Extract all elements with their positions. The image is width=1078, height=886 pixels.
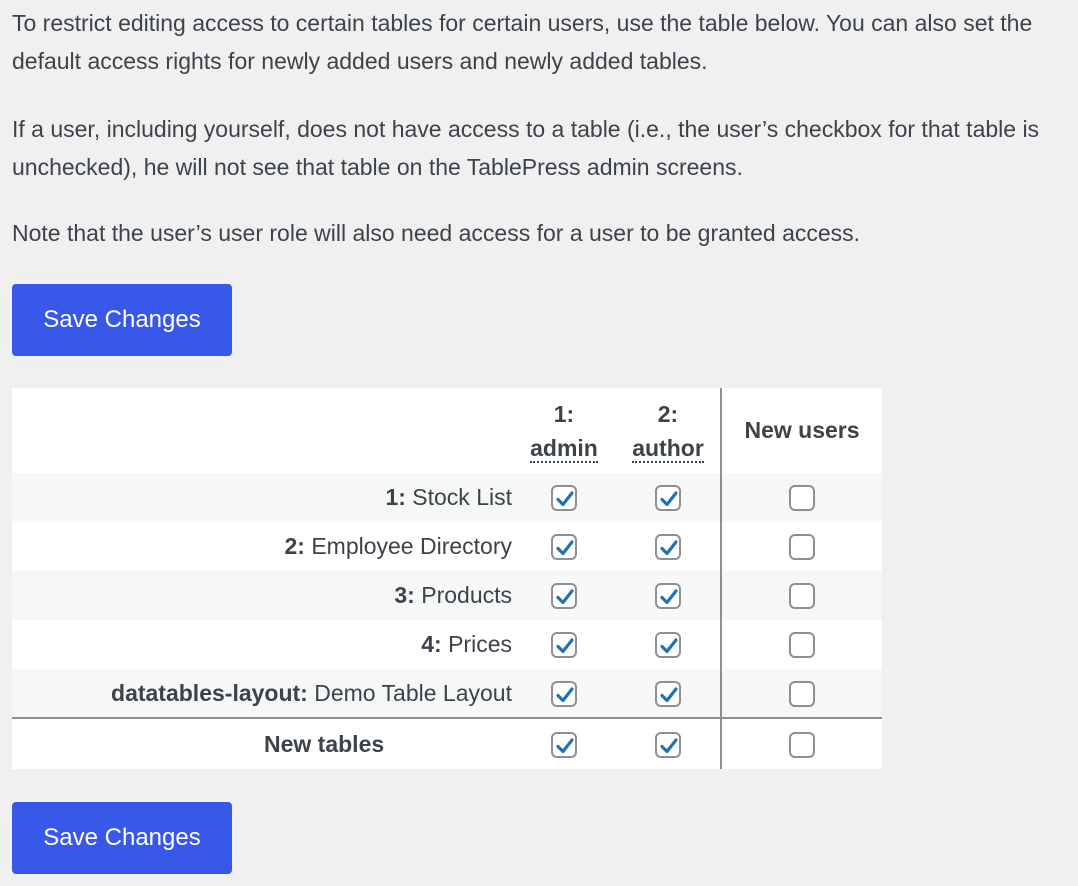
admin-access-cell xyxy=(512,571,616,620)
admin-access-cell xyxy=(512,669,616,718)
header-new-users: New users xyxy=(720,388,882,473)
admin-access-checkbox[interactable] xyxy=(551,534,577,561)
table-id: 2: xyxy=(284,533,305,559)
author-access-cell xyxy=(616,669,721,718)
checkmark-icon xyxy=(556,491,574,507)
author-access-cell xyxy=(616,620,721,669)
checkmark-icon xyxy=(556,638,574,654)
admin-access-cell xyxy=(512,620,616,669)
checkmark-icon xyxy=(660,540,678,556)
checkmark-icon xyxy=(660,638,678,654)
user-id: 1: xyxy=(553,400,575,427)
admin-access-checkbox[interactable] xyxy=(551,680,577,707)
new-tables-label: New tables xyxy=(12,717,512,769)
new-users-access-cell xyxy=(720,522,882,571)
user-name: author xyxy=(632,434,704,463)
table-id: 1: xyxy=(385,484,406,510)
table-row: 3: Products xyxy=(12,571,882,620)
table-id: datatables-layout: xyxy=(111,679,308,706)
table-name-cell: 4: Prices xyxy=(12,620,512,669)
intro-paragraph-3: Note that the user’s user role will also… xyxy=(12,220,861,246)
admin-access-checkbox[interactable] xyxy=(551,632,577,659)
author-access-checkbox[interactable] xyxy=(655,731,681,758)
admin-access-checkbox[interactable] xyxy=(551,485,577,512)
new-users-access-cell xyxy=(720,620,882,669)
table-row: datatables-layout: Demo Table Layout xyxy=(12,669,882,718)
header-corner xyxy=(12,388,512,473)
checkmark-icon xyxy=(556,540,574,556)
header-user-admin: 1: admin xyxy=(512,388,616,473)
admin-access-checkbox[interactable] xyxy=(551,731,577,758)
new-users-access-cell xyxy=(720,571,882,620)
author-access-cell xyxy=(616,522,721,571)
new-users-access-checkbox[interactable] xyxy=(789,632,815,659)
checkmark-icon xyxy=(556,589,574,605)
save-changes-button-top[interactable]: Save Changes xyxy=(12,284,232,356)
checkmark-icon xyxy=(556,738,574,754)
checkmark-icon xyxy=(660,738,678,754)
new-users-access-cell xyxy=(720,473,882,522)
admin-access-checkbox[interactable] xyxy=(551,583,577,610)
table-header-row: 1: admin 2: author New users xyxy=(12,388,882,473)
author-access-checkbox[interactable] xyxy=(655,583,681,610)
table-id: 4: xyxy=(421,631,442,657)
author-access-cell xyxy=(616,473,721,522)
checkmark-icon xyxy=(660,687,678,703)
author-access-cell xyxy=(616,717,721,769)
save-changes-button-bottom[interactable]: Save Changes xyxy=(12,802,232,874)
table-name: Employee Directory xyxy=(311,533,512,559)
admin-access-cell xyxy=(512,717,616,769)
table-row: 1: Stock List xyxy=(12,473,882,522)
table-row: 2: Employee Directory xyxy=(12,522,882,571)
admin-access-cell xyxy=(512,522,616,571)
author-access-checkbox[interactable] xyxy=(655,632,681,659)
new-users-access-checkbox[interactable] xyxy=(789,485,815,512)
checkmark-icon xyxy=(556,687,574,703)
table-name: Prices xyxy=(448,631,512,657)
table-name: Stock List xyxy=(412,484,512,510)
author-access-checkbox[interactable] xyxy=(655,534,681,561)
table-name-cell: 3: Products xyxy=(12,571,512,620)
table-id: 3: xyxy=(394,582,415,608)
checkmark-icon xyxy=(660,491,678,507)
access-permissions-table: 1: admin 2: author New users 1: Stock Li… xyxy=(12,388,882,769)
intro-paragraph-1: To restrict editing access to certain ta… xyxy=(12,10,1033,74)
header-user-author: 2: author xyxy=(616,388,721,473)
table-name: Products xyxy=(421,582,512,608)
new-users-access-cell xyxy=(720,669,882,718)
new-users-access-checkbox[interactable] xyxy=(789,731,815,758)
table-name-cell: datatables-layout: Demo Table Layout xyxy=(12,669,512,718)
new-tables-row: New tables xyxy=(12,717,882,769)
author-access-cell xyxy=(616,571,721,620)
new-users-access-checkbox[interactable] xyxy=(789,583,815,610)
table-row: 4: Prices xyxy=(12,620,882,669)
user-id: 2: xyxy=(657,400,679,427)
author-access-checkbox[interactable] xyxy=(655,680,681,707)
admin-access-cell xyxy=(512,473,616,522)
table-name-cell: 2: Employee Directory xyxy=(12,522,512,571)
new-users-access-cell xyxy=(720,717,882,769)
author-access-checkbox[interactable] xyxy=(655,485,681,512)
table-name-cell: 1: Stock List xyxy=(12,473,512,522)
new-users-access-checkbox[interactable] xyxy=(789,534,815,561)
new-tables-text: New tables xyxy=(264,730,385,757)
new-users-access-checkbox[interactable] xyxy=(789,680,815,707)
intro-paragraph-2: If a user, including yourself, does not … xyxy=(12,116,1040,180)
user-name: admin xyxy=(530,434,598,463)
table-name: Demo Table Layout xyxy=(314,679,512,706)
checkmark-icon xyxy=(660,589,678,605)
